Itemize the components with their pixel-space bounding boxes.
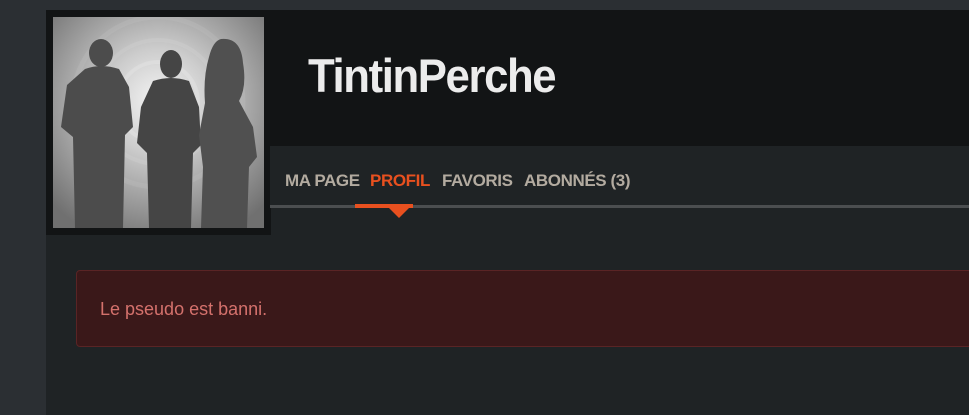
tab-my-page[interactable]: MA PAGE: [285, 171, 360, 190]
error-alert: Le pseudo est banni.: [76, 270, 969, 347]
tab-my-page-wrap: MA PAGE: [285, 171, 360, 191]
avatar-frame: [46, 10, 271, 235]
tab-profile[interactable]: PROFIL: [370, 171, 430, 190]
profile-username: TintinPerche: [308, 49, 557, 102]
tab-profile-wrap: PROFIL: [370, 171, 430, 191]
tab-subscribers-wrap: ABONNÉS (3): [524, 171, 634, 191]
avatar[interactable]: [53, 17, 264, 228]
active-tab-caret-icon: [389, 208, 409, 218]
tab-subscribers[interactable]: ABONNÉS (3): [524, 171, 631, 190]
profile-banner: TintinPerche: [270, 10, 969, 146]
tab-favorites[interactable]: FAVORIS: [442, 171, 513, 190]
left-gutter: [0, 0, 46, 415]
alert-message: Le pseudo est banni.: [100, 299, 268, 319]
profile-nav: MA PAGE PROFIL FAVORIS ABONNÉS (3): [270, 146, 969, 218]
main-column: TintinPerche MA PAGE PROFIL FAVORIS ABON…: [46, 10, 969, 415]
profile-tabs: MA PAGE PROFIL FAVORIS ABONNÉS (3): [285, 171, 634, 191]
avatar-silhouettes-image: [53, 17, 264, 228]
top-strip: [46, 0, 969, 10]
tab-favorites-wrap: FAVORIS: [442, 171, 513, 191]
profile-page: TintinPerche MA PAGE PROFIL FAVORIS ABON…: [0, 0, 969, 415]
